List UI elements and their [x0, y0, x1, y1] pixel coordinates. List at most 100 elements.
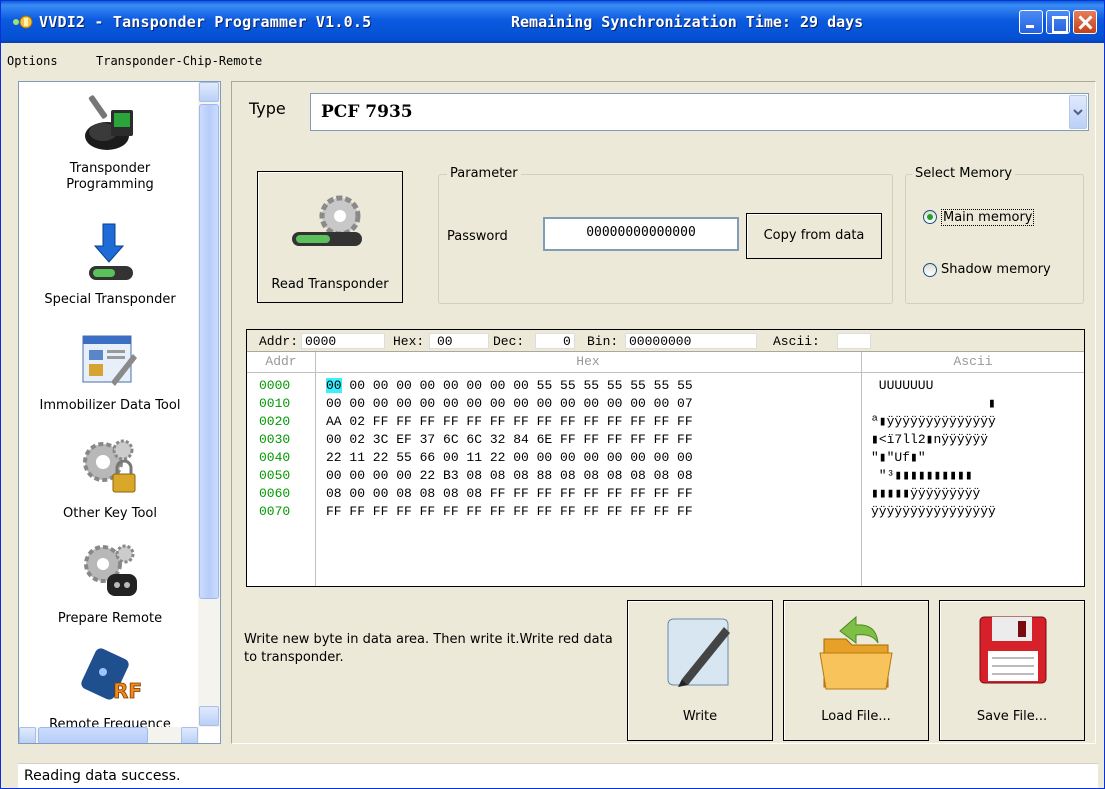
save-file-label: Save File...	[976, 709, 1048, 724]
main-memory-label: Main memory	[941, 209, 1035, 226]
app-window: VVDI2 - Tansponder Programmer V1.0.5 Rem…	[0, 0, 1105, 789]
row-address: 0010	[259, 396, 291, 411]
row-ascii: ▮	[871, 396, 996, 411]
scroll-up-arrow-icon[interactable]	[199, 82, 219, 102]
row-address: 0020	[259, 414, 291, 429]
close-button[interactable]	[1073, 10, 1097, 34]
scroll-down-arrow-icon[interactable]	[199, 706, 219, 726]
row-ascii: ÿÿÿÿÿÿÿÿÿÿÿÿÿÿÿÿ	[871, 504, 996, 519]
table-row[interactable]: 0060 08 00 00 08 08 08 08 FF FF FF FF FF…	[247, 486, 1084, 504]
maximize-button[interactable]	[1046, 10, 1070, 34]
sync-remaining: Remaining Synchronization Time: 29 days	[511, 13, 864, 31]
row-hex-rest: 00 00 00 00 00 00 00 00 55 55 55 55 55 5…	[341, 378, 693, 393]
radio-dot[interactable]	[923, 263, 937, 277]
sidebar-item-remote-frequence[interactable]: RF Remote Frequence	[19, 642, 201, 732]
hex-editor[interactable]: Addr: 0000 Hex: 00 Dec: 0 Bin: 00000000 …	[246, 329, 1085, 587]
write-button[interactable]: Write	[627, 600, 773, 741]
hex-info-bar: Addr: 0000 Hex: 00 Dec: 0 Bin: 00000000 …	[247, 330, 1084, 352]
table-row[interactable]: 0050 00 00 00 00 22 B3 08 08 08 88 08 08…	[247, 468, 1084, 486]
sidebar-item-prepare-remote[interactable]: Prepare Remote	[19, 538, 201, 638]
sidebar-label: Prepare Remote	[57, 611, 163, 626]
row-ascii: ª▮ÿÿÿÿÿÿÿÿÿÿÿÿÿÿ	[871, 414, 996, 429]
type-value: PCF 7935	[321, 102, 413, 122]
menu-options[interactable]: Options	[7, 54, 58, 68]
ascii-label: Ascii:	[773, 334, 820, 349]
gears-remote-icon	[84, 544, 137, 596]
header-divider	[247, 372, 1084, 373]
row-hex-bytes[interactable]: 00 00 00 00 00 00 00 00 00 00 00 00 00 0…	[326, 396, 693, 411]
row-hex-bytes[interactable]: 08 00 00 08 08 08 08 FF FF FF FF FF FF F…	[326, 486, 693, 501]
read-transponder-button[interactable]: Read Transponder	[257, 171, 403, 303]
table-row[interactable]: 0020 AA 02 FF FF FF FF FF FF FF FF FF FF…	[247, 414, 1084, 432]
sidebar-item-transponder-programming[interactable]: Transponder Programming	[19, 82, 201, 222]
key-laptop-icon	[85, 95, 133, 150]
scroll-right-arrow-icon[interactable]	[181, 727, 198, 743]
sidebar-label: Transponder Programming	[66, 161, 154, 192]
type-select[interactable]: PCF 7935	[310, 93, 1089, 131]
save-file-button[interactable]: Save File...	[939, 600, 1085, 741]
open-folder-icon	[819, 615, 893, 690]
selected-byte[interactable]: 00	[326, 378, 342, 393]
status-text: Reading data success.	[24, 768, 181, 784]
hex-column-header: Hex	[576, 354, 600, 369]
gears-lock-icon	[83, 439, 136, 493]
password-input[interactable]: 00000000000000	[543, 217, 739, 251]
sidebar-item-other-key-tool[interactable]: Other Key Tool	[19, 434, 201, 534]
row-address: 0060	[259, 486, 291, 501]
menu-bar: Options Transponder-Chip-Remote	[1, 50, 1104, 72]
status-bar: Reading data success.	[18, 763, 1098, 788]
row-ascii: "▮"Uf▮"	[871, 450, 926, 465]
select-memory-legend: Select Memory	[912, 166, 1016, 181]
row-hex-bytes[interactable]: AA 02 FF FF FF FF FF FF FF FF FF FF FF F…	[326, 414, 693, 429]
minimize-button[interactable]	[1019, 10, 1043, 34]
sidebar-vertical-scrollbar[interactable]	[198, 82, 220, 727]
row-ascii: "³▮▮▮▮▮▮▮▮▮▮	[871, 468, 973, 483]
load-file-button[interactable]: Load File...	[783, 600, 929, 741]
transponder-arrow-icon	[89, 223, 133, 280]
scroll-left-arrow-icon[interactable]	[19, 727, 36, 743]
row-address: 0030	[259, 432, 291, 447]
row-address: 0070	[259, 504, 291, 519]
row-hex-bytes[interactable]: 22 11 22 55 66 00 11 22 00 00 00 00 00 0…	[326, 450, 693, 465]
app-icon	[13, 15, 33, 29]
hint-text: Write new byte in data area. Then write …	[244, 632, 613, 665]
addr-label: Addr:	[259, 334, 299, 349]
floppy-disk-icon	[979, 616, 1047, 684]
rf-remote-icon: RF	[81, 648, 142, 703]
row-hex-bytes[interactable]: 00 02 3C EF 37 6C 6C 32 84 6E FF FF FF F…	[326, 432, 693, 447]
table-row[interactable]: 0010 00 00 00 00 00 00 00 00 00 00 00 00…	[247, 396, 1084, 414]
load-file-label: Load File...	[821, 709, 891, 724]
row-hex-bytes[interactable]: FF FF FF FF FF FF FF FF FF FF FF FF FF F…	[326, 504, 693, 519]
radio-dot[interactable]	[923, 210, 937, 224]
ascii-field	[837, 333, 871, 349]
table-row[interactable]: 0030 00 02 3C EF 37 6C 6C 32 84 6E FF FF…	[247, 432, 1084, 450]
row-hex-bytes[interactable]: 00 00 00 00 22 B3 08 08 08 88 08 08 08 0…	[326, 468, 693, 483]
sidebar-label: Other Key Tool	[63, 506, 157, 521]
sidebar: Transponder Programming Special Transpond…	[18, 81, 221, 744]
scroll-thumb[interactable]	[38, 727, 148, 743]
row-address: 0050	[259, 468, 291, 483]
sidebar-item-immobilizer-data-tool[interactable]: Immobilizer Data Tool	[19, 330, 201, 430]
row-address: 0000	[259, 378, 291, 393]
copy-from-data-button[interactable]: Copy from data	[746, 213, 882, 259]
menu-transponder-chip-remote[interactable]: Transponder-Chip-Remote	[96, 54, 262, 68]
table-row[interactable]: 0000 00 00 00 00 00 00 00 00 00 55 55 55…	[247, 378, 1084, 396]
table-row[interactable]: 0040 22 11 22 55 66 00 11 22 00 00 00 00…	[247, 450, 1084, 468]
shadow-memory-label: Shadow memory	[941, 262, 1051, 277]
write-label: Write	[682, 709, 718, 724]
chevron-down-icon[interactable]	[1069, 95, 1087, 129]
sidebar-label: Special Transponder	[44, 292, 176, 307]
sidebar-item-special-transponder[interactable]: Special Transponder	[19, 222, 201, 322]
type-label: Type	[249, 99, 286, 118]
row-ascii: UUUUUUU	[871, 378, 934, 393]
select-memory-group: Select Memory	[905, 166, 1084, 304]
row-hex-bytes[interactable]: 00 00 00 00 00 00 00 00 00 55 55 55 55 5…	[326, 378, 693, 393]
row-address: 0040	[259, 450, 291, 465]
dec-label: Dec:	[493, 334, 525, 349]
table-row[interactable]: 0070 FF FF FF FF FF FF FF FF FF FF FF FF…	[247, 504, 1084, 522]
scroll-thumb[interactable]	[199, 104, 219, 599]
sidebar-horizontal-scrollbar[interactable]	[19, 727, 199, 743]
hex-label: Hex:	[393, 334, 425, 349]
title-bar[interactable]: VVDI2 - Tansponder Programmer V1.0.5 Rem…	[1, 1, 1104, 43]
dec-value: 0	[563, 334, 571, 349]
